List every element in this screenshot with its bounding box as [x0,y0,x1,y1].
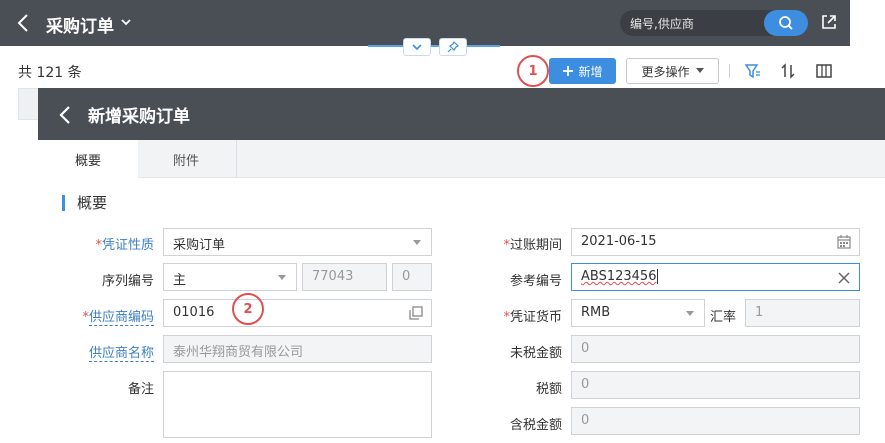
dialog-header: 新增采购订单 [38,88,885,140]
voucher-type-select[interactable]: 采购订单 [163,228,432,256]
supplier-code-field[interactable]: 01016 [163,299,432,327]
caret-down-icon [695,68,704,73]
collapse-button[interactable] [403,38,431,56]
annotation-marker-2: 2 [232,293,264,325]
serial-suffix-field: 0 [392,263,432,291]
tax-field: 0 [571,371,860,399]
chevron-down-icon [412,44,422,51]
text-cursor [657,269,659,284]
tab-attachments[interactable]: 附件 [136,140,236,178]
back-arrow-icon[interactable] [16,12,30,34]
pin-button[interactable] [439,38,467,56]
remark-label: 备注 [127,382,154,397]
columns-icon[interactable] [815,62,833,80]
exchange-rate-label: 汇率 [710,310,737,325]
dialog-tabs: 概要 附件 [38,140,885,179]
filter-icon[interactable] [744,62,762,80]
posting-period-label: *过账期间 [503,238,562,253]
caret-down-icon [413,240,421,245]
caret-down-icon [278,275,286,280]
more-actions-button[interactable]: 更多操作 [626,58,719,84]
serial-no-select[interactable]: 主 [163,263,297,291]
serial-number-field: 77043 [302,263,387,291]
dialog-title: 新增采购订单 [88,107,190,127]
amount-excl-tax-field: 0 [571,335,860,363]
reference-no-input[interactable]: ABS123456 [571,263,860,291]
back-arrow-icon[interactable] [58,104,72,126]
new-button-label: 新增 [578,64,603,79]
annotation-marker-1: 1 [517,55,549,87]
currency-select[interactable]: RMB [571,299,705,327]
sort-icon[interactable] [779,62,797,80]
currency-label: *凭证货币 [503,310,562,325]
tab-divider [236,140,237,178]
reference-no-label: 参考编号 [509,274,562,289]
amount-incl-tax-field: 0 [571,407,860,435]
clear-icon[interactable] [836,270,852,286]
share-icon[interactable] [820,13,838,31]
caret-down-icon [686,311,694,316]
posting-period-date[interactable]: 2021-06-15 [571,228,860,256]
voucher-type-label: *凭证性质 [95,238,154,253]
amount-excl-tax-label: 未税金额 [509,346,562,361]
supplier-name-field: 泰州华翔商贸有限公司 [163,335,432,363]
supplier-code-label[interactable]: *供应商编码 [54,306,154,326]
page-title[interactable]: 采购订单 [46,12,114,37]
new-order-dialog: 新增采购订单 概要 附件 概要 *凭证性质 采购订单 序列编号 主 77043 … [38,88,885,443]
new-button[interactable]: 新增 [549,58,616,84]
exchange-rate-field: 1 [745,299,860,327]
app-root: 采购订单 编号,供应商 共 121 条 1 新增 更多操作 新增采购订单 概要 … [0,0,885,443]
toolbar-divider [729,64,730,78]
record-count: 共 121 条 [18,65,82,81]
tab-indicator-line [368,45,500,47]
search-box[interactable]: 编号,供应商 [620,10,808,36]
tab-overview[interactable]: 概要 [38,140,138,179]
section-title: 概要 [62,195,107,211]
chevron-down-icon[interactable] [120,14,132,30]
calendar-icon[interactable] [836,234,852,250]
copy-icon[interactable] [408,305,424,321]
table-header-strip [18,88,40,120]
more-actions-label: 更多操作 [641,64,690,79]
search-icon [779,16,793,30]
search-input[interactable]: 编号,供应商 [630,15,694,32]
tax-label: 税额 [535,382,562,397]
amount-incl-tax-label: 含税金额 [509,418,562,433]
remark-textarea[interactable] [163,371,432,438]
plus-icon [563,66,574,76]
search-button[interactable] [764,10,808,36]
serial-no-label: 序列编号 [101,274,154,289]
supplier-name-label[interactable]: 供应商名称 [54,342,154,362]
pin-icon [447,41,459,53]
